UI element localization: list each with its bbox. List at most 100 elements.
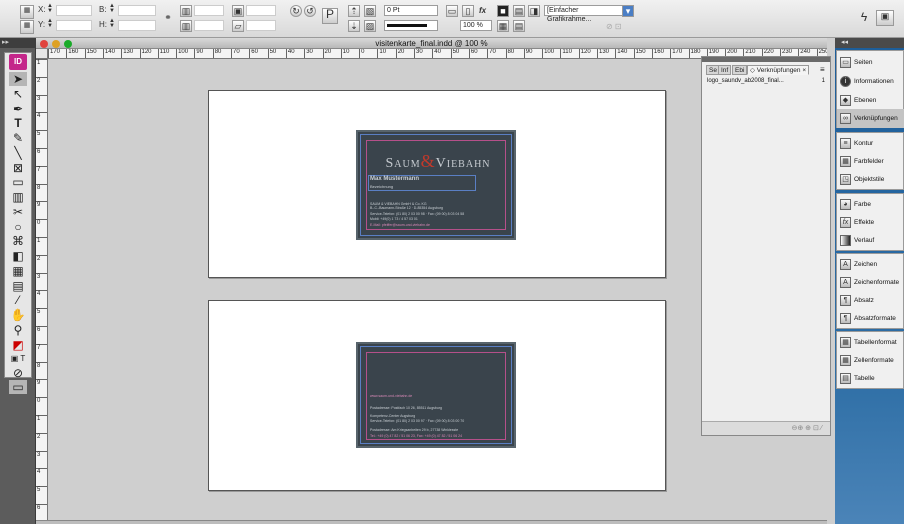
shear-icon[interactable]: ▱ [232, 20, 244, 32]
workspace-menu-icon[interactable]: ▣ [876, 10, 894, 26]
dock-item-links[interactable]: ∞ Verknüpfungen [837, 109, 904, 128]
line-tool-icon[interactable]: ╲ [9, 146, 27, 160]
dock-item-gradient[interactable]: Verlauf [837, 231, 904, 250]
scissors-icon[interactable]: ✂ [9, 205, 27, 219]
gradient-tool-icon[interactable]: ◧ [9, 249, 27, 263]
scale-y-field[interactable] [194, 20, 224, 31]
card-web[interactable]: www.saum-und-viebahn.de [370, 394, 412, 398]
pencil-tool-icon[interactable]: ✎ [9, 131, 27, 145]
reference-grid-icon[interactable]: ▦ [20, 20, 34, 34]
panel-menu-icon[interactable]: ≡ [820, 65, 825, 74]
fill-stroke-icon[interactable]: ◩ [9, 338, 27, 352]
pen-tool-icon[interactable]: ✒ [9, 102, 27, 116]
screen-mode-icon[interactable]: ▭ [9, 380, 27, 394]
constrain-proportions-icon[interactable]: ⚭ [162, 12, 174, 24]
selection-tool-icon[interactable]: ➤ [9, 72, 27, 86]
x-stepper[interactable]: ▲ ▼ [46, 3, 54, 15]
b-stepper[interactable]: ▲ ▼ [108, 3, 116, 15]
update-link-icon[interactable]: ⊡ [813, 425, 819, 432]
scale-x-field[interactable] [194, 5, 224, 16]
scale-field[interactable]: 100 % [460, 20, 492, 31]
relink-icon[interactable]: ⊖⊕ [791, 425, 803, 432]
card-line[interactable]: Mobil: +49(0) 1 73 / 4 57 03 01 [370, 217, 418, 221]
card-line[interactable]: Kompetenz-Center Augsburg [370, 414, 415, 418]
object-style-icon[interactable]: ◨ [528, 5, 540, 17]
button-tool-icon[interactable]: ▥ [9, 190, 27, 204]
scale-y-icon[interactable]: ▥ [180, 20, 192, 32]
align-icon[interactable]: ■ [497, 5, 509, 17]
note-tool-icon[interactable]: ▤ [9, 279, 27, 293]
tab-layers[interactable]: Ebi [732, 65, 748, 75]
rectangle-frame-icon[interactable]: ⊠ [9, 161, 27, 175]
rotate-tool-icon[interactable]: ○ [9, 220, 27, 234]
formatting-container-icon[interactable]: ▣ T [9, 352, 27, 366]
vertical-ruler[interactable]: 12345678901234567890123456 [36, 59, 48, 521]
dock-item-layers[interactable]: ◆ Ebenen [837, 91, 904, 110]
table-icon[interactable]: ▤ [513, 20, 525, 32]
x-field[interactable] [56, 5, 92, 16]
object-style-select[interactable]: [Einfacher Grafikrahme... [544, 5, 624, 23]
dock-item-info[interactable]: i Informationen [837, 72, 904, 91]
tab-links[interactable]: ◇ Verknüpfungen × [747, 65, 810, 75]
card-name[interactable]: Max Mustermann [370, 176, 419, 182]
gradient-feather-icon[interactable]: ▦ [9, 264, 27, 278]
scale-x-icon[interactable]: ▥ [180, 5, 192, 17]
frame-icon[interactable]: ▯ [462, 5, 474, 17]
ruler-origin[interactable] [36, 49, 48, 59]
dock-item-table[interactable]: ▤ Tabelle [837, 369, 904, 388]
flip-icon[interactable]: P [322, 8, 338, 24]
dock-item-color[interactable]: ◕ Farbe [837, 195, 904, 214]
y-stepper[interactable]: ▲ ▼ [46, 18, 54, 30]
card-role[interactable]: Bezeichnung [370, 184, 393, 189]
card-line[interactable]: Service-Telefon: (01 80) 2 03 00 98 · Fa… [370, 212, 464, 216]
distribute-icon[interactable]: ▤ [513, 5, 525, 17]
dock-item-swatches[interactable]: ▦ Farbfelder [837, 152, 904, 171]
dock-item-object-styles[interactable]: ◳ Objektstile [837, 170, 904, 189]
dock-item-paragraph-styles[interactable]: ¶ Absatzformate [837, 309, 904, 328]
edit-original-icon[interactable]: ⁄ [821, 425, 822, 432]
fill-icon[interactable]: ▧ [364, 5, 376, 17]
tab-info[interactable]: Inf [718, 65, 732, 75]
dock-item-character[interactable]: A Zeichen [837, 255, 904, 274]
dock-header[interactable]: ◂◂ [835, 38, 904, 48]
y-field[interactable] [56, 20, 92, 31]
clear-overrides-icon[interactable]: ⊘ ⊡ [606, 22, 622, 31]
select-container-icon[interactable]: ⇡ [348, 5, 360, 17]
select-content-icon[interactable]: ⇣ [348, 20, 360, 32]
card-line[interactable]: Service-Telefon: (01 80) 2 03 00 97 · Fa… [370, 419, 464, 423]
chevron-down-icon[interactable]: ▾ [622, 5, 634, 17]
lightning-icon[interactable]: ϟ [858, 11, 870, 24]
eyedropper-icon[interactable]: ⁄ [9, 293, 27, 307]
dock-item-stroke[interactable]: ≡ Kontur [837, 134, 904, 153]
rotate-ccw-icon[interactable]: ↺ [304, 5, 316, 17]
apply-none-icon[interactable]: ⊘ [9, 366, 27, 380]
links-panel-header[interactable] [702, 57, 830, 62]
card-line[interactable]: Postadresse: Am Kriegsanbeiten 29 b, 277… [370, 428, 458, 432]
close-button[interactable] [40, 40, 48, 48]
rotate-icon[interactable]: ▣ [232, 5, 244, 17]
card-line[interactable]: E-Mail: pfeiffer@saum-und-viebahn.de [370, 223, 430, 227]
minimize-button[interactable] [52, 40, 60, 48]
link-item[interactable]: logo_saundv_ab2008_final... 1 [707, 77, 827, 85]
fx-label[interactable]: fx [479, 6, 486, 15]
goto-link-icon[interactable]: ⊕ [805, 425, 811, 432]
reference-point-icon[interactable]: ▦ [20, 5, 34, 19]
type-tool-icon[interactable]: T [9, 116, 27, 130]
hand-tool-icon[interactable]: ✋ [9, 308, 27, 322]
h-stepper[interactable]: ▲ ▼ [108, 18, 116, 30]
width-field[interactable] [118, 5, 156, 16]
rotate-cw-icon[interactable]: ↻ [290, 5, 302, 17]
direct-selection-icon[interactable]: ↖ [9, 87, 27, 101]
stroke-type-select[interactable] [384, 20, 438, 31]
card-line[interactable]: Tel.: +49 (0) 47 82 / 51 06 23, Fax: +49… [370, 434, 462, 438]
stroke-icon[interactable]: ▨ [364, 20, 376, 32]
stroke-weight-field[interactable]: 0 Pt [384, 5, 438, 16]
card-line[interactable]: B.-C.-Baumann-Straße 12 · D-85354 Augsbu… [370, 206, 443, 210]
shear-field[interactable] [246, 20, 276, 31]
rotate-field[interactable] [246, 5, 276, 16]
zoom-tool-icon[interactable]: ⚲ [9, 323, 27, 337]
dock-item-paragraph[interactable]: ¶ Absatz [837, 291, 904, 310]
card-line[interactable]: Postadresse: Postfach 10 26, 85511 Augsb… [370, 406, 442, 410]
dock-item-pages[interactable]: ▭ Seiten [837, 53, 904, 72]
wrap-icon[interactable]: ▭ [446, 5, 458, 17]
